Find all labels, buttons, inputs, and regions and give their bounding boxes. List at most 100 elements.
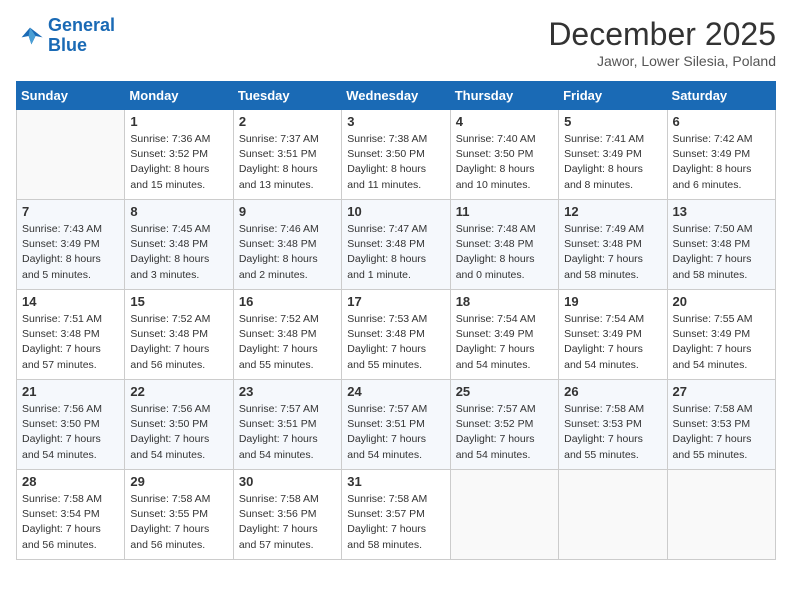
calendar-cell [667, 470, 775, 560]
calendar-week-2: 7 Sunrise: 7:43 AMSunset: 3:49 PMDaylight… [17, 200, 776, 290]
day-number: 26 [564, 384, 661, 399]
weekday-header-friday: Friday [559, 82, 667, 110]
day-info: Sunrise: 7:58 AMSunset: 3:57 PMDaylight:… [347, 492, 444, 553]
day-info: Sunrise: 7:52 AMSunset: 3:48 PMDaylight:… [239, 312, 336, 373]
day-number: 2 [239, 114, 336, 129]
day-info: Sunrise: 7:57 AMSunset: 3:51 PMDaylight:… [347, 402, 444, 463]
day-info: Sunrise: 7:46 AMSunset: 3:48 PMDaylight:… [239, 222, 336, 283]
calendar-table: SundayMondayTuesdayWednesdayThursdayFrid… [16, 81, 776, 560]
day-info: Sunrise: 7:45 AMSunset: 3:48 PMDaylight:… [130, 222, 227, 283]
calendar-cell: 6 Sunrise: 7:42 AMSunset: 3:49 PMDaylight… [667, 110, 775, 200]
title-block: December 2025 Jawor, Lower Silesia, Pola… [548, 16, 776, 69]
day-number: 3 [347, 114, 444, 129]
calendar-cell: 5 Sunrise: 7:41 AMSunset: 3:49 PMDaylight… [559, 110, 667, 200]
weekday-header-thursday: Thursday [450, 82, 558, 110]
day-number: 27 [673, 384, 770, 399]
day-info: Sunrise: 7:54 AMSunset: 3:49 PMDaylight:… [564, 312, 661, 373]
day-number: 13 [673, 204, 770, 219]
day-info: Sunrise: 7:49 AMSunset: 3:48 PMDaylight:… [564, 222, 661, 283]
page-header: General Blue December 2025 Jawor, Lower … [16, 16, 776, 69]
month-year: December 2025 [548, 16, 776, 53]
day-number: 12 [564, 204, 661, 219]
weekday-header-wednesday: Wednesday [342, 82, 450, 110]
location: Jawor, Lower Silesia, Poland [548, 53, 776, 69]
day-number: 21 [22, 384, 119, 399]
day-number: 28 [22, 474, 119, 489]
calendar-cell: 19 Sunrise: 7:54 AMSunset: 3:49 PMDayligh… [559, 290, 667, 380]
logo-text: General Blue [48, 16, 115, 56]
day-number: 1 [130, 114, 227, 129]
day-number: 29 [130, 474, 227, 489]
day-number: 8 [130, 204, 227, 219]
day-info: Sunrise: 7:58 AMSunset: 3:55 PMDaylight:… [130, 492, 227, 553]
day-number: 4 [456, 114, 553, 129]
day-number: 22 [130, 384, 227, 399]
calendar-cell: 11 Sunrise: 7:48 AMSunset: 3:48 PMDayligh… [450, 200, 558, 290]
day-number: 6 [673, 114, 770, 129]
calendar-cell: 18Sunrise: 7:54 AMSunset: 3:49 PMDayligh… [450, 290, 558, 380]
day-info: Sunrise: 7:58 AMSunset: 3:53 PMDaylight:… [564, 402, 661, 463]
calendar-cell [559, 470, 667, 560]
calendar-week-1: 1 Sunrise: 7:36 AMSunset: 3:52 PMDaylight… [17, 110, 776, 200]
day-number: 16 [239, 294, 336, 309]
calendar-week-3: 14Sunrise: 7:51 AMSunset: 3:48 PMDayligh… [17, 290, 776, 380]
day-info: Sunrise: 7:47 AMSunset: 3:48 PMDaylight:… [347, 222, 444, 283]
day-info: Sunrise: 7:42 AMSunset: 3:49 PMDaylight:… [673, 132, 770, 193]
day-info: Sunrise: 7:36 AMSunset: 3:52 PMDaylight:… [130, 132, 227, 193]
logo: General Blue [16, 16, 115, 56]
day-number: 5 [564, 114, 661, 129]
day-info: Sunrise: 7:56 AMSunset: 3:50 PMDaylight:… [130, 402, 227, 463]
day-info: Sunrise: 7:53 AMSunset: 3:48 PMDaylight:… [347, 312, 444, 373]
day-number: 9 [239, 204, 336, 219]
day-number: 19 [564, 294, 661, 309]
calendar-cell: 30Sunrise: 7:58 AMSunset: 3:56 PMDayligh… [233, 470, 341, 560]
calendar-cell: 3 Sunrise: 7:38 AMSunset: 3:50 PMDaylight… [342, 110, 450, 200]
day-number: 25 [456, 384, 553, 399]
day-number: 10 [347, 204, 444, 219]
calendar-cell [17, 110, 125, 200]
calendar-cell: 26 Sunrise: 7:58 AMSunset: 3:53 PMDayligh… [559, 380, 667, 470]
calendar-cell: 29 Sunrise: 7:58 AMSunset: 3:55 PMDayligh… [125, 470, 233, 560]
calendar-week-4: 21 Sunrise: 7:56 AMSunset: 3:50 PMDayligh… [17, 380, 776, 470]
calendar-cell: 15 Sunrise: 7:52 AMSunset: 3:48 PMDayligh… [125, 290, 233, 380]
weekday-header-sunday: Sunday [17, 82, 125, 110]
day-number: 15 [130, 294, 227, 309]
day-info: Sunrise: 7:48 AMSunset: 3:48 PMDaylight:… [456, 222, 553, 283]
weekday-header-monday: Monday [125, 82, 233, 110]
day-number: 17 [347, 294, 444, 309]
logo-line1: General [48, 15, 115, 35]
day-number: 31 [347, 474, 444, 489]
day-number: 11 [456, 204, 553, 219]
day-info: Sunrise: 7:43 AMSunset: 3:49 PMDaylight:… [22, 222, 119, 283]
calendar-cell: 20 Sunrise: 7:55 AMSunset: 3:49 PMDayligh… [667, 290, 775, 380]
day-info: Sunrise: 7:55 AMSunset: 3:49 PMDaylight:… [673, 312, 770, 373]
day-info: Sunrise: 7:54 AMSunset: 3:49 PMDaylight:… [456, 312, 553, 373]
logo-line2: Blue [48, 35, 87, 55]
day-info: Sunrise: 7:40 AMSunset: 3:50 PMDaylight:… [456, 132, 553, 193]
calendar-body: 1 Sunrise: 7:36 AMSunset: 3:52 PMDaylight… [17, 110, 776, 560]
day-info: Sunrise: 7:51 AMSunset: 3:48 PMDaylight:… [22, 312, 119, 373]
calendar-cell: 23Sunrise: 7:57 AMSunset: 3:51 PMDayligh… [233, 380, 341, 470]
calendar-header-row: SundayMondayTuesdayWednesdayThursdayFrid… [17, 82, 776, 110]
day-info: Sunrise: 7:52 AMSunset: 3:48 PMDaylight:… [130, 312, 227, 373]
day-info: Sunrise: 7:57 AMSunset: 3:52 PMDaylight:… [456, 402, 553, 463]
calendar-cell: 9 Sunrise: 7:46 AMSunset: 3:48 PMDaylight… [233, 200, 341, 290]
day-number: 7 [22, 204, 119, 219]
day-number: 20 [673, 294, 770, 309]
calendar-cell: 10 Sunrise: 7:47 AMSunset: 3:48 PMDayligh… [342, 200, 450, 290]
calendar-cell: 13 Sunrise: 7:50 AMSunset: 3:48 PMDayligh… [667, 200, 775, 290]
calendar-cell: 14Sunrise: 7:51 AMSunset: 3:48 PMDayligh… [17, 290, 125, 380]
calendar-cell: 28Sunrise: 7:58 AMSunset: 3:54 PMDayligh… [17, 470, 125, 560]
day-info: Sunrise: 7:41 AMSunset: 3:49 PMDaylight:… [564, 132, 661, 193]
day-number: 24 [347, 384, 444, 399]
day-info: Sunrise: 7:50 AMSunset: 3:48 PMDaylight:… [673, 222, 770, 283]
day-info: Sunrise: 7:37 AMSunset: 3:51 PMDaylight:… [239, 132, 336, 193]
calendar-cell: 2 Sunrise: 7:37 AMSunset: 3:51 PMDaylight… [233, 110, 341, 200]
calendar-cell: 22 Sunrise: 7:56 AMSunset: 3:50 PMDayligh… [125, 380, 233, 470]
day-info: Sunrise: 7:57 AMSunset: 3:51 PMDaylight:… [239, 402, 336, 463]
weekday-header-tuesday: Tuesday [233, 82, 341, 110]
calendar-cell: 8 Sunrise: 7:45 AMSunset: 3:48 PMDaylight… [125, 200, 233, 290]
day-number: 30 [239, 474, 336, 489]
calendar-cell: 16 Sunrise: 7:52 AMSunset: 3:48 PMDayligh… [233, 290, 341, 380]
day-info: Sunrise: 7:38 AMSunset: 3:50 PMDaylight:… [347, 132, 444, 193]
